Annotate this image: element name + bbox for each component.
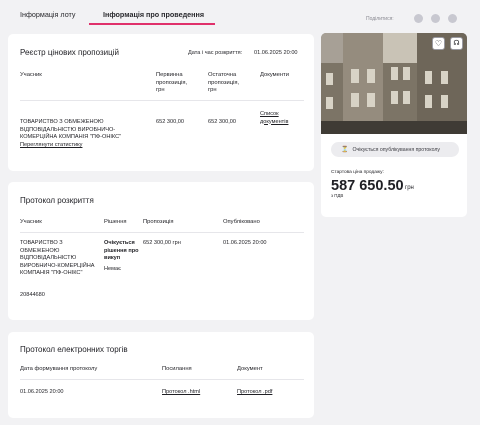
initial-offer-value: 652 300,00 — [156, 119, 184, 125]
protocol-pdf-link[interactable]: Протокол .pdf — [237, 389, 272, 397]
protocol-html-link[interactable]: Протокол .html — [162, 389, 200, 397]
top-bar: Інформація лоту Інформація про проведенн… — [0, 0, 480, 30]
offer-value: 652 300,00 грн — [143, 240, 181, 246]
col-document: Документ — [237, 366, 263, 372]
divider — [20, 232, 304, 233]
divider — [20, 379, 304, 380]
vat-note: з ПДВ — [331, 193, 344, 198]
opening-protocol-title: Протокол розкриття — [20, 196, 94, 205]
viber-icon[interactable] — [414, 14, 423, 23]
heart-icon: ♡ — [434, 38, 443, 48]
published-value: 01.06.2025 20:00 — [223, 240, 267, 246]
col-documents: Документи — [260, 72, 289, 78]
favorite-button[interactable]: ♡ — [432, 37, 445, 50]
col-offer: Пропозиція — [143, 219, 174, 225]
telegram-icon[interactable] — [431, 14, 440, 23]
decision-value: Очікується рішення про викуп — [104, 240, 139, 262]
currency: грн — [405, 185, 414, 191]
active-tab-underline — [89, 23, 215, 25]
col-participant: Учасник — [20, 72, 42, 78]
col-initial-offer: Первинна пропозиція, грн — [156, 72, 188, 94]
protocol-date-value: 01.06.2025 20:00 — [20, 389, 64, 395]
participant-name: ТОВАРИСТВО З ОБМЕЖЕНОЮ ВІДПОВІДАЛЬНІСТЮ … — [20, 119, 122, 141]
col-decision: Рішення — [104, 219, 127, 225]
auction-protocol-card: Протокол електронних торгів Дата формува… — [8, 332, 314, 418]
participant-code: 20844680 — [20, 292, 45, 298]
col-link: Посилання — [162, 366, 192, 372]
col-protocol-date: Дата формування протоколу — [20, 366, 98, 372]
opening-protocol-card: Протокол розкриття Учасник Рішення Пропо… — [8, 182, 314, 320]
lot-photo[interactable] — [321, 33, 467, 134]
col-published: Опубліковано — [223, 219, 260, 225]
price-offers-registry-card: Реєстр цінових пропозицій Дата і час роз… — [8, 34, 314, 171]
auction-protocol-title: Протокол електронних торгів — [20, 345, 128, 354]
link-icon[interactable] — [448, 14, 457, 23]
status-text: Очікується опублікування протоколу — [352, 146, 440, 153]
share-label: Поділитися: — [366, 16, 394, 22]
registry-title: Реєстр цінових пропозицій — [20, 48, 119, 57]
tab-lot-info[interactable]: Інформація лоту — [20, 10, 76, 19]
view-stats-link[interactable]: Переглянути статистику — [20, 142, 82, 150]
headset-icon: ☊ — [453, 40, 460, 47]
hourglass-icon: ⏳ — [341, 147, 349, 153]
col-participant: Учасник — [20, 219, 42, 225]
status-pill: ⏳ Очікується опублікування протоколу — [331, 142, 459, 157]
decision-sub: Немає — [104, 266, 121, 272]
start-price-label: Стартова ціна продажу: — [331, 170, 384, 175]
divider — [20, 100, 304, 101]
documents-list-link[interactable]: Список документів — [260, 111, 300, 126]
opening-datetime-label: Дата і час розкриття: — [188, 50, 243, 56]
tab-auction-info[interactable]: Інформація про проведення — [103, 10, 204, 19]
support-button[interactable]: ☊ — [450, 37, 463, 50]
final-offer-value: 652 300,00 — [208, 119, 236, 125]
participant-name: ТОВАРИСТВО З ОБМЕЖЕНОЮ ВІДПОВІДАЛЬНІСТЮ … — [20, 240, 95, 277]
opening-datetime-value: 01.06.2025 20:00 — [254, 50, 298, 56]
col-final-offer: Остаточна пропозиція, грн — [208, 72, 240, 94]
